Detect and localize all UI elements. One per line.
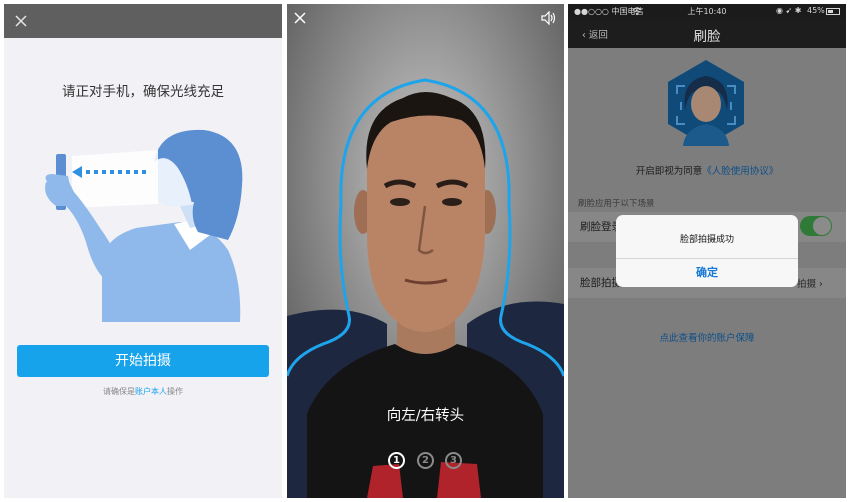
- note-suffix: 操作: [167, 387, 183, 396]
- step-3: 3: [445, 452, 462, 469]
- close-icon[interactable]: [13, 13, 29, 29]
- chevron-left-icon: ‹: [582, 30, 586, 41]
- agree-prefix: 开启即视为同意: [635, 166, 703, 177]
- status-icons: ◉ ➹ ✱: [776, 6, 802, 15]
- nav-bar: 刷脸 ‹ 返回: [568, 20, 846, 48]
- clock-label: 上午10:40: [687, 7, 727, 16]
- speaker-icon[interactable]: [541, 11, 557, 25]
- face-agreement-link[interactable]: 《人脸使用协议》: [702, 166, 778, 177]
- battery-icon: [826, 8, 840, 15]
- back-label: 返回: [588, 30, 608, 41]
- confirm-button[interactable]: 确定: [616, 264, 798, 280]
- note-prefix: 请确保是: [103, 387, 135, 396]
- page-title: 刷脸: [693, 29, 721, 45]
- status-bar: ●●○○○ 中国电信 上午10:40 ◉ ➹ ✱ 45%: [568, 4, 846, 20]
- account-owner-note: 请确保是账户本人操作: [4, 386, 282, 397]
- face-settings-screen: ●●○○○ 中国电信 上午10:40 ◉ ➹ ✱ 45% 刷脸 ‹ 返回 开启即…: [568, 4, 846, 498]
- face-avatar-icon: [668, 60, 744, 146]
- section-title: 刷脸应用于以下场景: [578, 199, 655, 209]
- dialog-divider: [616, 258, 798, 259]
- face-capture-status: 拍摄: [797, 279, 817, 290]
- success-dialog: 脸部拍摄成功 确定: [616, 215, 798, 287]
- chevron-right-icon: ›: [819, 279, 823, 290]
- camera-capture-screen: 向左/右转头 1 2 3: [287, 4, 564, 498]
- account-owner-link[interactable]: 账户本人: [135, 387, 167, 396]
- account-protection-link[interactable]: 点此查看你的账户保障: [568, 330, 846, 344]
- agreement-text: 开启即视为同意《人脸使用协议》: [568, 163, 846, 177]
- dialog-message: 脸部拍摄成功: [679, 235, 734, 245]
- face-login-toggle[interactable]: [800, 216, 832, 236]
- battery-percent: 45%: [807, 6, 825, 15]
- start-capture-button[interactable]: 开始拍摄: [17, 345, 269, 377]
- toggle-knob: [813, 217, 831, 235]
- step-indicator: 1 2 3: [388, 452, 463, 472]
- face-capture-value: 拍摄 ›: [797, 276, 823, 290]
- step-1: 1: [388, 452, 405, 469]
- turn-head-prompt: 向左/右转头: [386, 408, 465, 424]
- capture-intro-screen: 请正对手机，确保光线充足 开始拍摄 请确保是账户本人操作: [4, 4, 282, 498]
- face-capture-illustration: [45, 129, 243, 322]
- back-button[interactable]: ‹ 返回: [582, 27, 608, 41]
- top-bar: [4, 4, 282, 38]
- instruction-text: 请正对手机，确保光线充足: [62, 84, 224, 100]
- close-icon[interactable]: [293, 11, 307, 25]
- step-2: 2: [417, 452, 434, 469]
